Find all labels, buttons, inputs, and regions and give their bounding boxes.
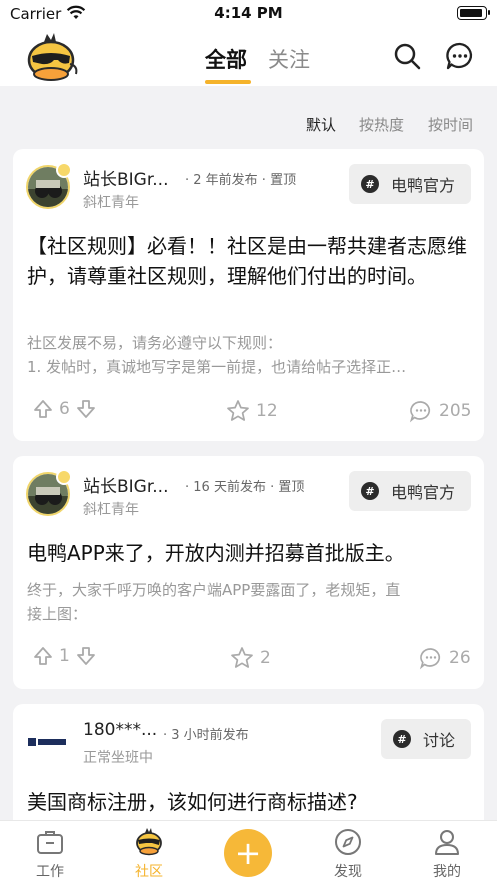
verified-badge-icon	[56, 162, 72, 178]
active-tab-indicator	[205, 80, 251, 84]
hashtag-icon: #	[392, 730, 411, 748]
post-title[interactable]: 电鸭APP来了，开放内测并招募首批版主。	[27, 538, 473, 568]
topic-label: 电鸭官方	[390, 483, 455, 502]
comment-count: 26	[449, 648, 471, 668]
search-icon[interactable]	[392, 41, 422, 71]
post-excerpt: 终于，大家千呼万唤的客户端APP要露面了，老规矩，直 接上图：	[27, 578, 471, 626]
author-name[interactable]: 站长BIGr...	[83, 165, 169, 190]
comment-icon[interactable]	[419, 646, 443, 670]
post-title[interactable]: 【社区规则】必看！！社区是由一帮共建者志愿维护，请尊重社区规则，理解他们付出的时…	[27, 231, 473, 291]
nav-item-me[interactable]: 我的	[417, 827, 477, 881]
post-excerpt: 社区发展不易，请务必遵守以下规则： 1. 发帖时，真诚地写字是第一前提，也请给帖…	[27, 331, 471, 379]
post-actions: 1 2 26	[13, 646, 484, 670]
tab-all[interactable]: 全部	[205, 44, 247, 74]
author-name[interactable]: 180***...	[83, 720, 157, 740]
top-header: 全部 关注	[0, 28, 497, 86]
duck-logo-icon[interactable]	[24, 32, 80, 84]
avatar[interactable]	[26, 720, 70, 764]
upvote-count: 6	[59, 399, 70, 419]
post-meta: · 16 天前发布 · 置顶	[185, 480, 305, 495]
sort-by-time[interactable]: 按时间	[428, 114, 473, 135]
topic-tag[interactable]: # 讨论	[380, 719, 471, 759]
author-name[interactable]: 站长BIGr...	[83, 472, 169, 497]
excerpt-line: 接上图：	[27, 605, 88, 623]
post-meta: · 2 年前发布 · 置顶	[185, 173, 297, 188]
comment-group[interactable]: 205	[409, 399, 477, 423]
vote-group: 1	[33, 646, 96, 666]
sort-by-popularity[interactable]: 按热度	[359, 114, 404, 135]
nav-item-discover[interactable]: 发现	[318, 827, 378, 881]
favorite-count: 2	[260, 648, 271, 668]
topic-tag[interactable]: # 电鸭官方	[348, 164, 471, 204]
company-logo-icon	[28, 738, 66, 746]
tab-follow[interactable]: 关注	[268, 44, 310, 74]
status-bar: Carrier 4:14 PM	[0, 0, 497, 28]
star-icon[interactable]	[230, 646, 254, 670]
excerpt-line: 终于，大家千呼万唤的客户端APP要露面了，老规矩，直	[27, 581, 401, 599]
sort-default[interactable]: 默认	[306, 114, 336, 135]
sort-bar: 默认 按热度 按时间	[0, 114, 497, 136]
post-actions: 6 12 205	[13, 399, 484, 423]
author-title: 正常坐班中	[83, 750, 153, 766]
verified-badge-icon	[56, 469, 72, 485]
excerpt-line: 1. 发帖时，真诚地写字是第一前提，也请给帖子选择正…	[27, 358, 407, 376]
nav-label: 社区	[135, 864, 163, 880]
nav-item-community[interactable]: 社区	[119, 827, 179, 881]
hashtag-icon: #	[360, 175, 379, 193]
downvote-icon[interactable]	[76, 646, 96, 666]
topic-label: 电鸭官方	[390, 176, 455, 195]
nav-label: 发现	[334, 864, 362, 880]
favorite-group[interactable]: 2	[230, 646, 277, 670]
upvote-icon[interactable]	[33, 646, 53, 666]
compass-icon	[335, 829, 361, 855]
post-meta: · 3 小时前发布	[163, 728, 249, 743]
topic-label: 讨论	[422, 731, 455, 750]
post-card[interactable]: 180***... · 3 小时前发布 正常坐班中 # 讨论 美国商标注册，该如…	[13, 704, 484, 834]
post-card[interactable]: 站长BIGr... · 16 天前发布 · 置顶 斜杠青年 # 电鸭官方 电鸭A…	[13, 456, 484, 689]
status-time: 4:14 PM	[214, 4, 283, 22]
upvote-count: 1	[59, 646, 70, 666]
downvote-icon[interactable]	[76, 399, 96, 419]
add-post-button[interactable]: +	[224, 829, 272, 877]
nav-label: 我的	[433, 864, 461, 880]
vote-group: 6	[33, 399, 96, 419]
author-title: 斜杠青年	[83, 502, 139, 518]
nav-label: 工作	[36, 864, 64, 880]
comment-count: 205	[439, 401, 472, 421]
duck-icon	[136, 828, 162, 856]
author-title: 斜杠青年	[83, 195, 139, 211]
favorite-group[interactable]: 12	[226, 399, 284, 423]
hashtag-icon: #	[360, 482, 379, 500]
message-icon[interactable]	[445, 41, 475, 71]
comment-icon[interactable]	[409, 399, 433, 423]
topic-tag[interactable]: # 电鸭官方	[348, 471, 471, 511]
post-card[interactable]: 站长BIGr... · 2 年前发布 · 置顶 斜杠青年 # 电鸭官方 【社区规…	[13, 149, 484, 441]
post-title[interactable]: 美国商标注册，该如何进行商标描述?	[27, 787, 473, 817]
person-icon	[435, 830, 459, 855]
briefcase-icon	[37, 831, 63, 854]
upvote-icon[interactable]	[33, 399, 53, 419]
nav-item-work[interactable]: 工作	[20, 827, 80, 881]
star-icon[interactable]	[226, 399, 250, 423]
excerpt-line: 社区发展不易，请务必遵守以下规则：	[27, 334, 283, 352]
bottom-nav: 工作 社区 + 发现 我的	[0, 820, 497, 883]
comment-group[interactable]: 26	[419, 646, 477, 670]
battery-icon	[457, 6, 490, 20]
favorite-count: 12	[256, 401, 278, 421]
